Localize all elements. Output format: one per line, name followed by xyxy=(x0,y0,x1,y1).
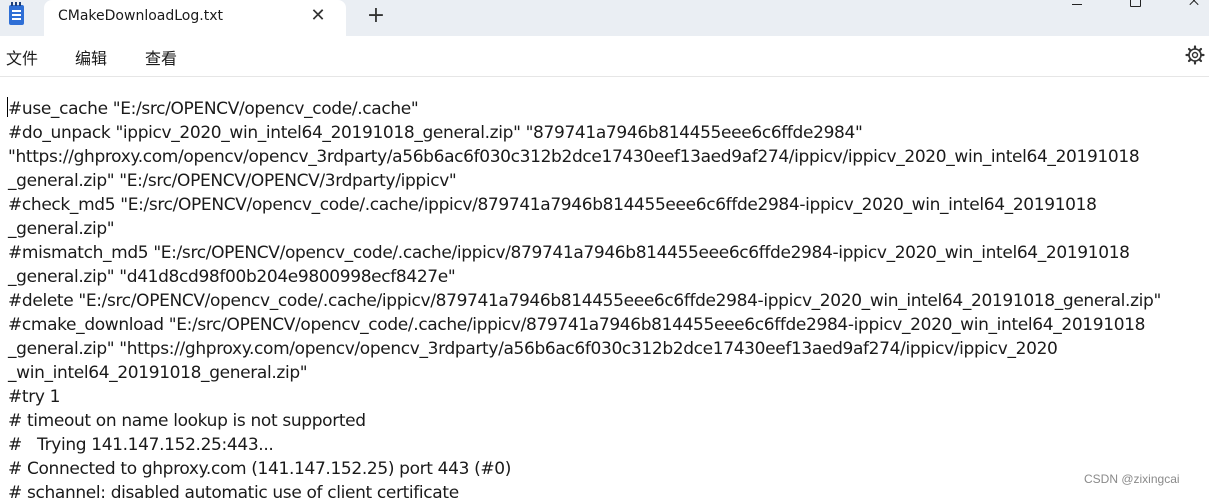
editor-line: _win_intel64_20191018_general.zip" xyxy=(8,363,308,383)
menu-view[interactable]: 查看 xyxy=(145,45,177,69)
minimize-button[interactable] xyxy=(1055,0,1101,10)
close-tab-icon[interactable]: ✕ xyxy=(307,5,329,27)
editor-line: #mismatch_md5 "E:/src/OPENCV/opencv_code… xyxy=(8,243,1130,263)
gear-icon[interactable] xyxy=(1185,45,1205,65)
editor-line: #cmake_download "E:/src/OPENCV/opencv_co… xyxy=(8,315,1146,335)
maximize-button[interactable] xyxy=(1113,0,1159,10)
menu-file[interactable]: 文件 xyxy=(6,45,38,69)
editor-line: #try 1 xyxy=(8,387,61,407)
editor-line: #check_md5 "E:/src/OPENCV/opencv_code/.c… xyxy=(8,195,1097,215)
notepad-icon xyxy=(9,2,24,25)
editor-line: _general.zip" "E:/src/OPENCV/OPENCV/3rdp… xyxy=(8,171,457,191)
editor-line: _general.zip" "https://ghproxy.com/openc… xyxy=(8,339,1058,359)
editor-line: #do_unpack "ippicv_2020_win_intel64_2019… xyxy=(8,123,863,143)
editor-line: _general.zip" "d41d8cd98f00b204e9800998e… xyxy=(8,267,456,287)
editor-line: # schannel: disabled automatic use of cl… xyxy=(8,483,459,499)
title-bar: CMakeDownloadLog.txt ✕ + xyxy=(0,0,1209,36)
text-caret xyxy=(7,97,8,117)
editor-line: # Trying 141.147.152.25:443... xyxy=(8,435,274,455)
tab-active[interactable]: CMakeDownloadLog.txt ✕ xyxy=(44,0,346,36)
menu-bar: 文件 编辑 查看 xyxy=(0,36,1209,77)
editor-line: #delete "E:/src/OPENCV/opencv_code/.cach… xyxy=(8,291,1161,311)
text-editor[interactable]: #use_cache "E:/src/OPENCV/opencv_code/.c… xyxy=(0,77,1209,499)
editor-line: #use_cache "E:/src/OPENCV/opencv_code/.c… xyxy=(8,99,419,119)
watermark: CSDN @zixingcai xyxy=(1084,472,1180,486)
tab-title: CMakeDownloadLog.txt xyxy=(58,8,223,24)
new-tab-button[interactable]: + xyxy=(364,4,388,28)
editor-line: _general.zip" xyxy=(8,219,115,239)
editor-lines: #use_cache "E:/src/OPENCV/opencv_code/.c… xyxy=(8,97,1161,499)
editor-line: # Connected to ghproxy.com (141.147.152.… xyxy=(8,459,512,479)
editor-line: "https://ghproxy.com/opencv/opencv_3rdpa… xyxy=(8,147,1140,167)
close-window-button[interactable] xyxy=(1170,0,1209,10)
menu-edit[interactable]: 编辑 xyxy=(75,45,107,69)
editor-line: # timeout on name lookup is not supporte… xyxy=(8,411,366,431)
